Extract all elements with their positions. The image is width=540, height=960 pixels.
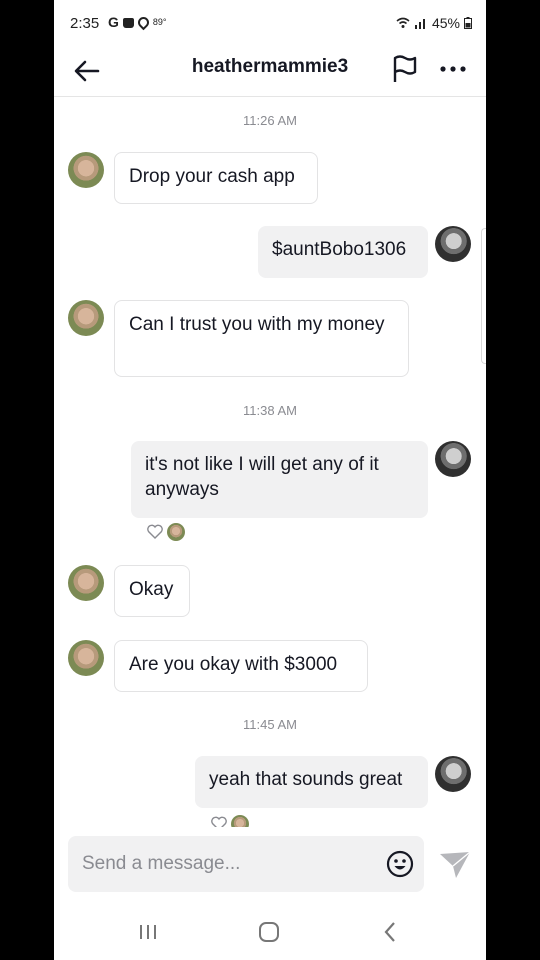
message-bubble-sent[interactable]: it's not like I will get any of it anywa… xyxy=(131,441,428,518)
home-icon[interactable] xyxy=(255,918,283,946)
status-bar: 2:35 G 89° 45% xyxy=(54,0,486,46)
message-reaction[interactable] xyxy=(210,815,249,827)
message-input[interactable]: Send a message... xyxy=(68,836,424,892)
battery-icon xyxy=(464,17,472,29)
recent-apps-icon[interactable] xyxy=(134,918,162,946)
timestamp: 11:45 AM xyxy=(243,717,297,732)
avatar[interactable] xyxy=(435,226,471,262)
heart-icon xyxy=(147,524,163,539)
reaction-avatar xyxy=(231,815,249,827)
status-notification-icons: G 89° xyxy=(108,14,167,30)
temperature-text: 89° xyxy=(152,17,167,27)
reaction-avatar xyxy=(167,523,185,541)
message-text: Can I trust you with my money xyxy=(129,314,385,335)
message-text: Okay xyxy=(129,579,174,600)
message-text: Drop your cash app xyxy=(129,166,295,187)
avatar[interactable] xyxy=(68,640,104,676)
message-reaction[interactable] xyxy=(146,523,185,541)
message-bubble-sent[interactable]: yeah that sounds great xyxy=(195,756,428,808)
emoji-icon[interactable] xyxy=(386,850,414,878)
shopping-bag-icon xyxy=(122,18,134,28)
back-icon[interactable] xyxy=(376,918,404,946)
avatar[interactable] xyxy=(68,565,104,601)
location-icon xyxy=(135,14,152,30)
message-bubble-received[interactable]: Drop your cash app xyxy=(114,152,318,204)
chat-header: heathermammie3 xyxy=(54,46,486,97)
message-bubble-received[interactable]: Okay xyxy=(114,565,190,617)
timestamp: 11:38 AM xyxy=(243,403,297,418)
system-nav-bar xyxy=(54,900,486,960)
signal-icon xyxy=(414,19,425,29)
heart-icon xyxy=(211,816,227,827)
more-icon[interactable] xyxy=(436,52,470,86)
timestamp: 11:26 AM xyxy=(243,113,297,128)
avatar[interactable] xyxy=(68,152,104,188)
flag-icon[interactable] xyxy=(388,52,422,86)
avatar[interactable] xyxy=(68,300,104,336)
battery-percent: 45% xyxy=(431,15,460,31)
message-bubble-received[interactable]: Are you okay with $3000 xyxy=(114,640,368,692)
avatar[interactable] xyxy=(435,441,471,477)
app-screen: 2:35 G 89° 45% heathermammie3 11:26 AM D… xyxy=(54,0,486,960)
message-bubble-received[interactable]: Can I trust you with my money xyxy=(114,300,409,377)
message-list[interactable]: 11:26 AM Drop your cash app $auntBobo130… xyxy=(54,97,486,827)
message-text: $auntBobo1306 xyxy=(272,239,407,260)
send-icon[interactable] xyxy=(438,848,472,882)
message-text: it's not like I will get any of it anywa… xyxy=(145,454,379,500)
wifi-icon xyxy=(396,17,410,28)
scrollbar[interactable] xyxy=(481,228,486,364)
status-time: 2:35 xyxy=(70,15,100,32)
message-input-placeholder: Send a message... xyxy=(82,853,241,874)
message-text: yeah that sounds great xyxy=(209,769,403,790)
message-bubble-sent[interactable]: $auntBobo1306 xyxy=(258,226,428,278)
status-system-icons: 45% xyxy=(396,15,472,31)
message-text: Are you okay with $3000 xyxy=(129,654,338,675)
google-icon: G xyxy=(108,14,119,30)
avatar[interactable] xyxy=(435,756,471,792)
